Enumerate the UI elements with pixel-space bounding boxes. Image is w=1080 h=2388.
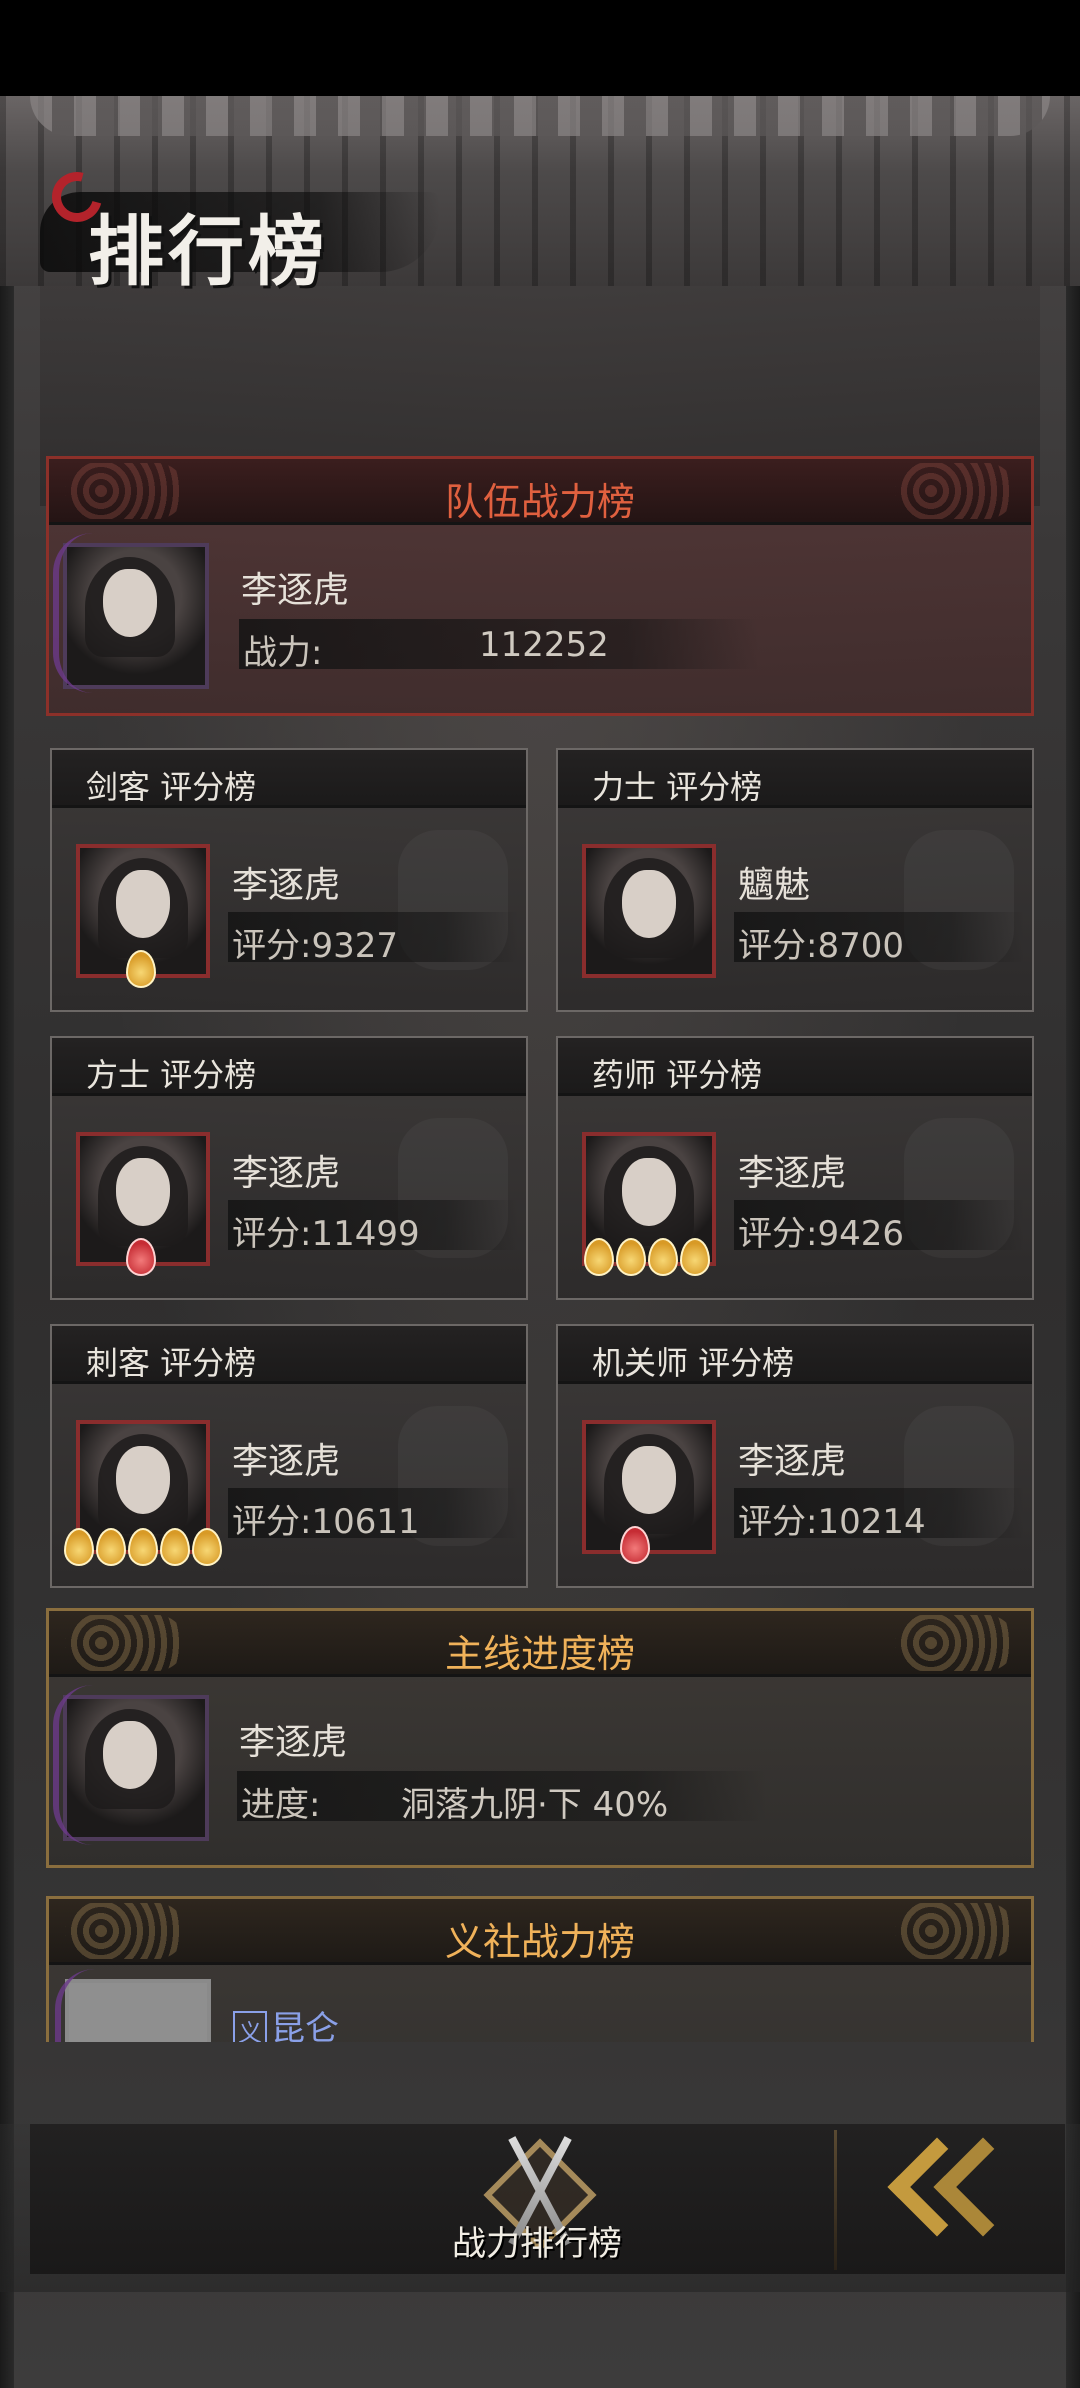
gold-flame-badge-icon <box>192 1528 222 1566</box>
stat-value: 洞落九阴·下 40% <box>401 1785 669 1825</box>
red-flame-badge-icon <box>126 1238 156 1276</box>
class-board-title: 方士 评分榜 <box>86 1056 257 1094</box>
gold-flame-badge-icon <box>584 1238 614 1276</box>
player-name: 李逐虎 <box>232 1153 341 1194</box>
player-name: 魑魅 <box>738 865 811 906</box>
screen-edge-left <box>0 96 14 2388</box>
progress-leader-name: 李逐虎 <box>239 1722 348 1763</box>
star-badges <box>126 1238 156 1276</box>
class-board-strongman[interactable]: 力士 评分榜 魑魅 评分:8700 <box>556 748 1034 1012</box>
gold-flame-badge-icon <box>126 950 156 988</box>
star-badges <box>64 1528 222 1566</box>
score-bar: 评分:9327 <box>228 912 518 966</box>
player-name: 李逐虎 <box>232 865 341 906</box>
page-title-area: 排行榜 <box>40 162 460 296</box>
guild-power-header: 义社战力榜 <box>49 1899 1031 1965</box>
guild-power-title: 义社战力榜 <box>444 1920 635 1964</box>
star-badges <box>620 1526 650 1564</box>
star-badges <box>584 1238 710 1276</box>
team-leader-name: 李逐虎 <box>241 570 350 611</box>
main-progress-header: 主线进度榜 <box>49 1611 1031 1677</box>
main-progress-title: 主线进度榜 <box>444 1632 635 1676</box>
progress-leader-avatar[interactable] <box>53 1685 209 1845</box>
stat-label: 战力: <box>243 633 323 673</box>
tab-divider <box>834 2130 837 2270</box>
class-board-title: 药师 评分榜 <box>592 1056 763 1094</box>
team-power-header: 队伍战力榜 <box>49 459 1031 525</box>
screen-edge-right <box>1066 96 1080 2388</box>
main-progress-board[interactable]: 主线进度榜 李逐虎 进度: 洞落九阴·下 40% <box>46 1608 1034 1868</box>
gold-flame-badge-icon <box>96 1528 126 1566</box>
team-power-board[interactable]: 队伍战力榜 李逐虎 战力: 112252 <box>46 456 1034 716</box>
guild-board-viewport: 义社战力榜 义昆仑 <box>46 1896 1034 2042</box>
score-bar: 评分:9426 <box>734 1200 1024 1254</box>
class-board-title: 刺客 评分榜 <box>86 1344 257 1382</box>
progress-stat: 进度: 洞落九阴·下 40% <box>237 1771 767 1825</box>
guild-name: 昆仑 <box>271 2009 339 2042</box>
team-power-stat: 战力: 112252 <box>239 619 759 673</box>
back-button[interactable] <box>866 2137 1033 2252</box>
roof-tiles <box>30 96 1050 136</box>
stat-value: 112252 <box>479 625 609 665</box>
guild-name-row: 义昆仑 <box>233 2001 339 2042</box>
class-board-title: 机关师 评分榜 <box>592 1344 795 1382</box>
score-bar: 评分:8700 <box>734 912 1024 966</box>
player-name: 李逐虎 <box>232 1441 341 1482</box>
stat-label: 进度: <box>241 1785 321 1825</box>
guild-emblem[interactable] <box>55 1969 211 2042</box>
class-board-swordsman[interactable]: 剑客 评分榜 李逐虎 评分:9327 <box>50 748 528 1012</box>
red-flame-badge-icon <box>620 1526 650 1564</box>
guild-tag-icon: 义 <box>233 2011 267 2042</box>
score-bar: 评分:10214 <box>734 1488 1024 1542</box>
team-leader-avatar[interactable] <box>53 533 209 693</box>
tab-power-ranking[interactable]: 战力排行榜 <box>452 2216 622 2265</box>
class-board-title: 力士 评分榜 <box>592 768 763 806</box>
score-text: 评分:9327 <box>232 926 398 966</box>
class-board-title: 剑客 评分榜 <box>86 768 257 806</box>
guild-power-board[interactable]: 义社战力榜 义昆仑 <box>46 1896 1034 2042</box>
gold-flame-badge-icon <box>64 1528 94 1566</box>
gold-flame-badge-icon <box>680 1238 710 1276</box>
gold-flame-badge-icon <box>160 1528 190 1566</box>
gold-flame-badge-icon <box>616 1238 646 1276</box>
score-text: 评分:11499 <box>232 1214 420 1254</box>
class-board-healer[interactable]: 药师 评分榜 李逐虎 评分:9426 <box>556 1036 1034 1300</box>
gold-flame-badge-icon <box>128 1528 158 1566</box>
score-text: 评分:8700 <box>738 926 904 966</box>
player-name: 李逐虎 <box>738 1153 847 1194</box>
player-name: 李逐虎 <box>738 1441 847 1482</box>
score-bar: 评分:10611 <box>228 1488 518 1542</box>
score-text: 评分:10611 <box>232 1502 420 1542</box>
class-board-assassin[interactable]: 刺客 评分榜 李逐虎 评分:10611 <box>50 1324 528 1588</box>
team-power-title: 队伍战力榜 <box>444 480 635 524</box>
page-title: 排行榜 <box>88 207 328 296</box>
score-text: 评分:9426 <box>738 1214 904 1254</box>
star-badges <box>126 950 156 988</box>
score-text: 评分:10214 <box>738 1502 926 1542</box>
gold-flame-badge-icon <box>648 1238 678 1276</box>
score-bar: 评分:11499 <box>228 1200 518 1254</box>
class-board-mechanist[interactable]: 机关师 评分榜 李逐虎 评分:10214 <box>556 1324 1034 1588</box>
player-avatar[interactable] <box>582 844 716 978</box>
class-board-alchemist[interactable]: 方士 评分榜 李逐虎 评分:11499 <box>50 1036 528 1300</box>
